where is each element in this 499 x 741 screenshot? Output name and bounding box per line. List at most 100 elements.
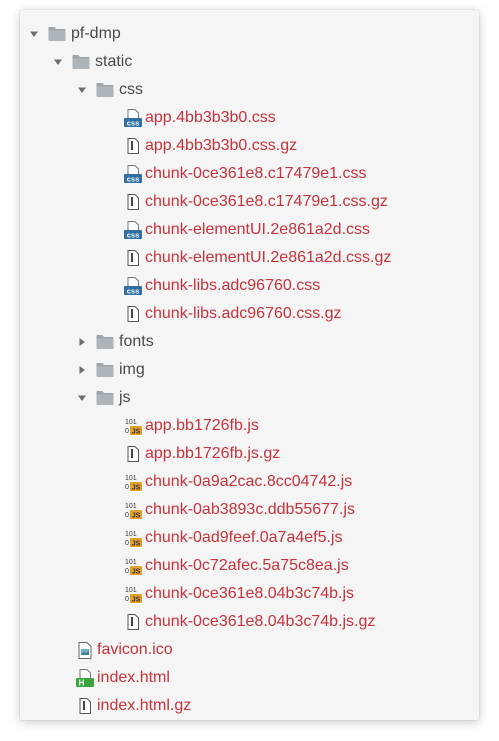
file-name: chunk-elementUI.2e861a2d.css.gz — [145, 249, 392, 266]
file-name: chunk-libs.adc96760.css — [145, 277, 321, 294]
svg-text:101: 101 — [125, 587, 137, 594]
file-name: app.4bb3b3b0.css.gz — [145, 137, 298, 154]
file-name: app.bb1726fb.js.gz — [145, 445, 281, 462]
file-name: index.html — [97, 669, 170, 686]
tree-file[interactable]: css chunk-elementUI.2e861a2d.css — [20, 216, 479, 244]
folder-name: pf-dmp — [71, 25, 121, 42]
tree-file[interactable]: css app.4bb3b3b0.css — [20, 104, 479, 132]
generic-file-icon — [124, 249, 142, 267]
tree-folder-static[interactable]: static — [20, 48, 479, 76]
folder-icon — [48, 25, 66, 43]
file-name: favicon.ico — [97, 641, 173, 658]
tree-file[interactable]: 101 0 JS chunk-0ab3893c.ddb55677.js — [20, 496, 479, 524]
expand-arrow-down-icon[interactable] — [76, 84, 88, 96]
tree-folder-fonts[interactable]: fonts — [20, 328, 479, 356]
svg-text:101: 101 — [125, 503, 137, 510]
js-file-icon: 101 0 JS — [124, 501, 142, 519]
tree-folder-js[interactable]: js — [20, 384, 479, 412]
svg-text:css: css — [127, 286, 140, 295]
tree-file[interactable]: app.4bb3b3b0.css.gz — [20, 132, 479, 160]
expand-arrow-down-icon[interactable] — [76, 392, 88, 404]
generic-file-icon — [124, 137, 142, 155]
folder-icon — [96, 333, 114, 351]
tree-file[interactable]: chunk-libs.adc96760.css.gz — [20, 300, 479, 328]
file-name: app.4bb3b3b0.css — [145, 109, 276, 126]
svg-text:JS: JS — [132, 512, 141, 519]
folder-icon — [96, 361, 114, 379]
file-name: app.bb1726fb.js — [145, 417, 259, 434]
generic-file-icon — [124, 445, 142, 463]
folder-name: static — [95, 53, 133, 70]
tree-folder-img[interactable]: img — [20, 356, 479, 384]
file-name: chunk-libs.adc96760.css.gz — [145, 305, 342, 322]
svg-text:0: 0 — [125, 512, 129, 519]
tree-file[interactable]: chunk-0ce361e8.c17479e1.css.gz — [20, 188, 479, 216]
tree-file[interactable]: 101 0 JS app.bb1726fb.js — [20, 412, 479, 440]
tree-file[interactable]: index.html.gz — [20, 692, 479, 720]
tree-file[interactable]: 101 0 JS chunk-0a9a2cac.8cc04742.js — [20, 468, 479, 496]
tree-file[interactable]: chunk-0ce361e8.04b3c74b.js.gz — [20, 608, 479, 636]
svg-text:0: 0 — [125, 428, 129, 435]
file-name: chunk-0ad9feef.0a7a4ef5.js — [145, 529, 343, 546]
svg-text:JS: JS — [132, 428, 141, 435]
project-file-tree: pf-dmp static css css app.4bb3b3b0.css app.4b… — [20, 20, 479, 720]
expand-arrow-down-icon[interactable] — [28, 28, 40, 40]
svg-text:JS: JS — [132, 596, 141, 603]
file-name: chunk-0c72afec.5a75c8ea.js — [145, 557, 349, 574]
generic-file-icon — [124, 305, 142, 323]
svg-text:JS: JS — [132, 484, 141, 491]
svg-text:0: 0 — [125, 568, 129, 575]
file-name: chunk-0ab3893c.ddb55677.js — [145, 501, 355, 518]
svg-text:101: 101 — [125, 531, 137, 538]
svg-text:css: css — [127, 174, 140, 183]
folder-name: fonts — [119, 333, 154, 350]
js-file-icon: 101 0 JS — [124, 529, 142, 547]
generic-file-icon — [76, 697, 94, 715]
css-file-icon: css — [124, 165, 142, 183]
tree-file[interactable]: chunk-elementUI.2e861a2d.css.gz — [20, 244, 479, 272]
tree-folder-css[interactable]: css — [20, 76, 479, 104]
js-file-icon: 101 0 JS — [124, 417, 142, 435]
file-name: chunk-0a9a2cac.8cc04742.js — [145, 473, 353, 490]
svg-text:0: 0 — [125, 540, 129, 547]
generic-file-icon — [124, 613, 142, 631]
js-file-icon: 101 0 JS — [124, 585, 142, 603]
tree-file[interactable]: app.bb1726fb.js.gz — [20, 440, 479, 468]
generic-file-icon — [124, 193, 142, 211]
file-name: index.html.gz — [97, 697, 192, 714]
folder-name: css — [119, 81, 143, 98]
tree-file[interactable]: 101 0 JS chunk-0ce361e8.04b3c74b.js — [20, 580, 479, 608]
tree-file[interactable]: Hindex.html — [20, 664, 479, 692]
folder-icon — [72, 53, 90, 71]
file-name: chunk-0ce361e8.c17479e1.css — [145, 165, 367, 182]
expand-arrow-right-icon[interactable] — [76, 364, 88, 376]
file-name: chunk-0ce361e8.04b3c74b.js.gz — [145, 613, 376, 630]
tree-folder-pf-dmp[interactable]: pf-dmp — [20, 20, 479, 48]
project-tree-panel: pf-dmp static css css app.4bb3b3b0.css app.4b… — [20, 10, 479, 720]
svg-text:0: 0 — [125, 596, 129, 603]
svg-text:JS: JS — [132, 540, 141, 547]
image-file-icon — [76, 641, 94, 659]
svg-text:css: css — [127, 230, 140, 239]
folder-name: img — [119, 361, 145, 378]
file-name: chunk-elementUI.2e861a2d.css — [145, 221, 371, 238]
tree-file[interactable]: favicon.ico — [20, 636, 479, 664]
tree-file[interactable]: css chunk-0ce361e8.c17479e1.css — [20, 160, 479, 188]
tree-file[interactable]: 101 0 JS chunk-0c72afec.5a75c8ea.js — [20, 552, 479, 580]
expand-arrow-down-icon[interactable] — [52, 56, 64, 68]
svg-text:101: 101 — [125, 559, 137, 566]
svg-text:H: H — [79, 679, 85, 688]
folder-icon — [96, 81, 114, 99]
svg-text:JS: JS — [132, 568, 141, 575]
tree-file[interactable]: css chunk-libs.adc96760.css — [20, 272, 479, 300]
css-file-icon: css — [124, 109, 142, 127]
css-file-icon: css — [124, 221, 142, 239]
expand-arrow-right-icon[interactable] — [76, 336, 88, 348]
file-name: chunk-0ce361e8.04b3c74b.js — [145, 585, 355, 602]
file-name: chunk-0ce361e8.c17479e1.css.gz — [145, 193, 388, 210]
js-file-icon: 101 0 JS — [124, 557, 142, 575]
svg-text:101: 101 — [125, 475, 137, 482]
tree-file[interactable]: 101 0 JS chunk-0ad9feef.0a7a4ef5.js — [20, 524, 479, 552]
folder-icon — [96, 389, 114, 407]
html-file-icon: H — [76, 669, 94, 687]
